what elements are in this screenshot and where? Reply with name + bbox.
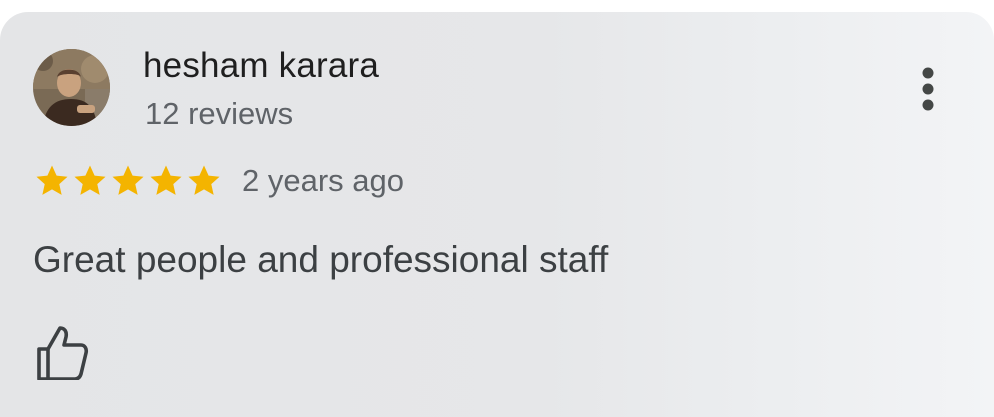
avatar[interactable] xyxy=(33,49,110,126)
review-text: Great people and professional staff xyxy=(33,239,609,280)
avatar-photo xyxy=(33,49,110,126)
star-rating xyxy=(33,162,223,200)
thumb-up-icon xyxy=(37,326,89,381)
star-icon xyxy=(188,165,220,195)
star-icon xyxy=(112,165,144,195)
review-count: 12 reviews xyxy=(145,96,294,131)
star-icon xyxy=(74,165,106,195)
star-icon xyxy=(150,165,182,195)
star-icon xyxy=(36,165,68,195)
review-card: hesham karara 12 reviews 2 years ago Gre… xyxy=(0,12,994,417)
review-time: 2 years ago xyxy=(242,163,404,198)
more-options-button[interactable] xyxy=(908,64,948,120)
like-button[interactable] xyxy=(34,324,90,381)
more-vert-icon xyxy=(922,67,934,111)
author-name[interactable]: hesham karara xyxy=(143,46,379,86)
